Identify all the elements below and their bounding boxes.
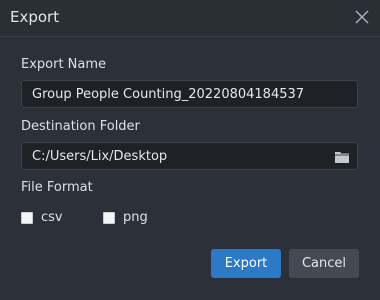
export-button[interactable]: Export (211, 249, 281, 278)
export-name-field (21, 80, 358, 108)
destination-folder-field (21, 142, 358, 170)
png-option[interactable]: png (103, 210, 148, 225)
csv-checkbox[interactable] (21, 211, 33, 224)
destination-folder-input[interactable] (22, 143, 357, 169)
csv-label: csv (41, 210, 63, 225)
destination-folder-label: Destination Folder (21, 119, 140, 134)
folder-icon[interactable] (334, 149, 350, 163)
file-format-label: File Format (21, 180, 93, 195)
png-checkbox[interactable] (103, 211, 115, 224)
csv-option[interactable]: csv (21, 210, 63, 225)
export-dialog: Export Export Name Destination Folder Fi… (0, 0, 380, 300)
close-icon[interactable] (352, 7, 372, 27)
png-label: png (123, 210, 148, 225)
cancel-button[interactable]: Cancel (289, 249, 359, 278)
export-name-input[interactable] (22, 81, 357, 107)
dialog-title: Export (10, 8, 60, 26)
dialog-titlebar: Export (0, 0, 380, 37)
export-name-label: Export Name (21, 57, 107, 72)
